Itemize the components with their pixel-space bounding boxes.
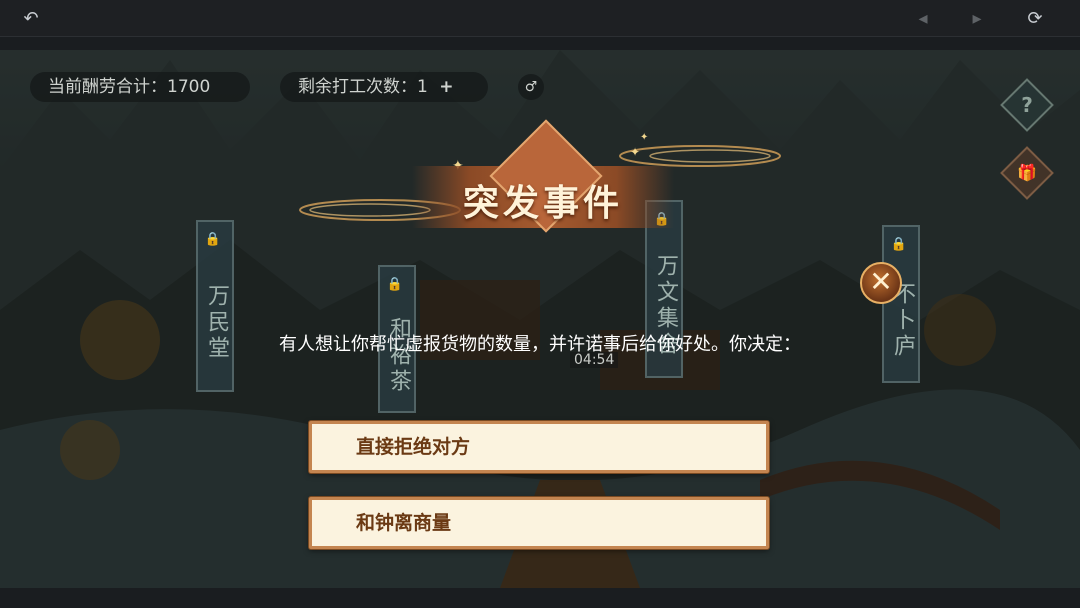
event-question: 有人想让你帮忙虚报货物的数量，并许诺事后给你好处。你决定： (279, 334, 801, 355)
work-counter: 剩余打工次数：1 + (280, 72, 488, 102)
option-label: 和钟离商量 (356, 512, 452, 534)
refresh-icon[interactable]: ⟳ (1024, 8, 1046, 30)
question-icon: ? (1021, 93, 1033, 117)
event-title: 突发事件 (462, 182, 623, 224)
bottom-bar (0, 588, 1080, 608)
option-refuse-button[interactable]: 直接拒绝对方 (309, 421, 769, 473)
game-stage: 当前酬劳合计：1700 剩余打工次数：1 + ♂ ? 🎁 🔒 万民堂 🔒 和裕茶… (0, 50, 1080, 588)
back-arrow-icon[interactable]: ↶ (20, 8, 42, 30)
svg-text:✦: ✦ (640, 132, 648, 143)
earnings-text: 当前酬劳合计：1700 (48, 77, 211, 97)
lock-icon: 🔒 (204, 232, 226, 247)
lock-icon: 🔒 (890, 237, 912, 252)
location-banner-wanmintang[interactable]: 🔒 万民堂 (196, 220, 234, 392)
location-banner-bubulu[interactable]: 🔒 不卜庐 (882, 225, 920, 383)
diamond-left-icon[interactable]: ◂ (912, 8, 934, 30)
gift-icon: 🎁 (1017, 163, 1037, 182)
banner-label: 万民堂 (204, 284, 229, 362)
close-button[interactable]: ✕ (860, 262, 902, 304)
work-text: 剩余打工次数：1 (298, 77, 428, 97)
add-work-button[interactable]: + (439, 77, 453, 97)
option-consult-zhongli-button[interactable]: 和钟离商量 (309, 497, 769, 549)
option-label: 直接拒绝对方 (356, 436, 471, 458)
event-title-ornament: ✦ ✦ ✦ 突发事件 (290, 119, 790, 280)
sound-toggle-icon[interactable]: ♂ (518, 74, 544, 100)
diamond-right-icon[interactable]: ▸ (966, 8, 988, 30)
earnings-counter: 当前酬劳合计：1700 (30, 72, 250, 102)
browser-toolbar: ↶ ◂ ▸ ⟳ (0, 0, 1080, 37)
svg-text:✦: ✦ (630, 145, 640, 159)
